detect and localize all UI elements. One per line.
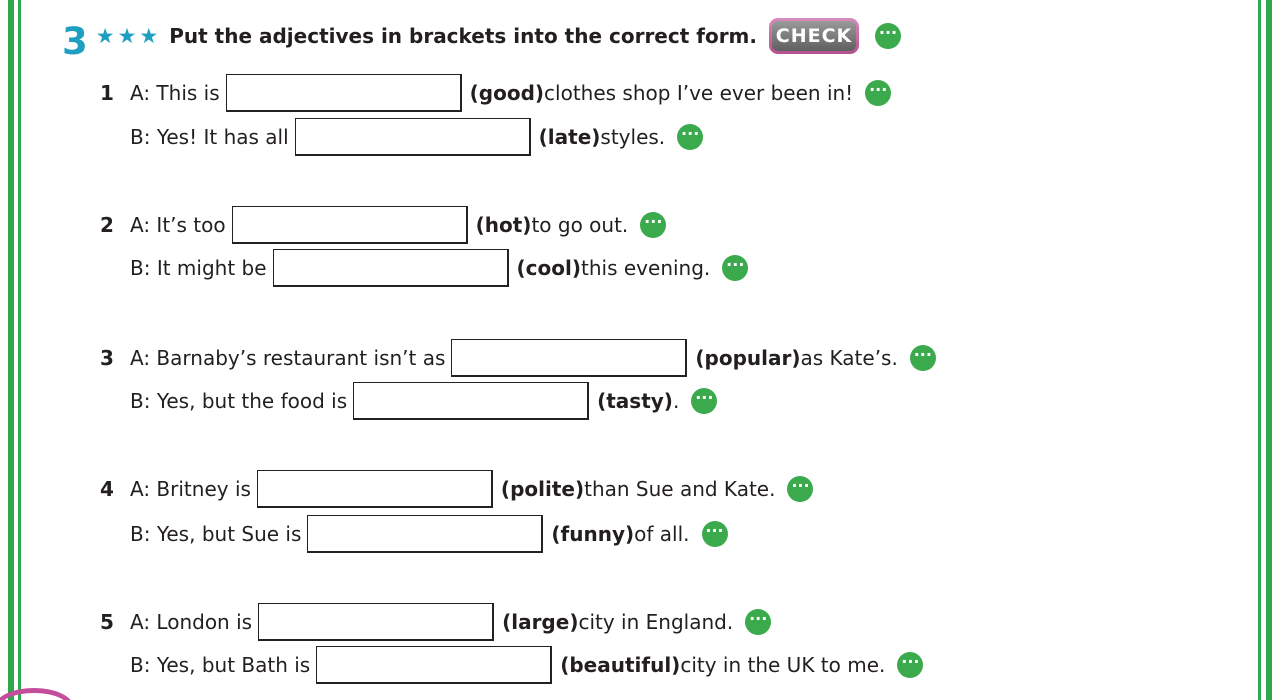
item-2-line-a: 2 A: It’s too (hot) to go out. ···	[100, 205, 667, 245]
line-suffix: to go out.	[531, 213, 629, 237]
line-suffix: than Sue and Kate.	[584, 477, 776, 501]
frame-border-right-inner	[1258, 0, 1261, 700]
answer-input-1a[interactable]	[225, 74, 462, 112]
exercise-page: 3 ★★★ Put the adjectives in brackets int…	[0, 0, 1280, 700]
answer-input-3b[interactable]	[353, 382, 590, 420]
adjective-hint: (large)	[502, 610, 579, 634]
item-5-line-a: 5 A: London is (large) city in England. …	[100, 602, 772, 642]
frame-border-right	[1266, 0, 1272, 700]
frame-border-left	[8, 0, 14, 700]
line-suffix: styles.	[600, 125, 666, 149]
adjective-hint: (good)	[469, 81, 545, 105]
item-number: 4	[100, 477, 114, 501]
item-number: 2	[100, 213, 114, 237]
line-prefix: A: Barnaby’s restaurant isn’t as	[130, 346, 446, 370]
adjective-hint: (hot)	[475, 213, 532, 237]
exercise-instruction: Put the adjectives in brackets into the …	[169, 24, 757, 48]
answer-input-5a[interactable]	[258, 603, 495, 641]
answer-input-4a[interactable]	[256, 470, 493, 508]
item-number: 5	[100, 610, 114, 634]
answer-input-4b[interactable]	[307, 515, 544, 553]
line-prefix: B: Yes, but the food is	[130, 389, 348, 413]
line-suffix: of all.	[634, 522, 690, 546]
adjective-hint: (tasty)	[597, 389, 673, 413]
item-number: 1	[100, 81, 114, 105]
exercise-number: 3	[62, 19, 88, 63]
more-options-icon[interactable]: ···	[640, 212, 667, 238]
line-prefix: B: Yes, but Sue is	[130, 522, 302, 546]
more-options-icon[interactable]: ···	[677, 124, 704, 150]
difficulty-stars-icon: ★★★	[95, 24, 162, 48]
answer-input-3a[interactable]	[451, 339, 688, 377]
more-options-icon[interactable]: ···	[897, 652, 924, 678]
line-prefix: A: Britney is	[130, 477, 251, 501]
line-prefix: A: This is	[130, 81, 220, 105]
adjective-hint: (funny)	[551, 522, 635, 546]
check-button-label: CHECK	[772, 21, 856, 51]
answer-input-2a[interactable]	[231, 206, 468, 244]
line-prefix: B: Yes! It has all	[130, 125, 289, 149]
adjective-hint: (beautiful)	[560, 653, 681, 677]
line-suffix: as Kate’s.	[800, 346, 898, 370]
more-options-icon[interactable]: ···	[722, 255, 749, 281]
more-options-icon[interactable]: ···	[865, 80, 892, 106]
more-options-icon[interactable]: ···	[909, 345, 936, 371]
more-options-icon[interactable]: ···	[745, 609, 772, 635]
check-button[interactable]: CHECK	[769, 18, 859, 54]
item-3-line-a: 3 A: Barnaby’s restaurant isn’t as (popu…	[100, 338, 936, 378]
line-prefix: A: London is	[130, 610, 253, 634]
more-options-icon[interactable]: ···	[787, 476, 814, 502]
adjective-hint: (popular)	[695, 346, 801, 370]
line-suffix: city in England.	[578, 610, 734, 634]
more-options-icon[interactable]: ···	[701, 521, 728, 547]
item-1-line-b: B: Yes! It has all (late) styles. ···	[100, 117, 704, 157]
item-2-line-b: B: It might be (cool) this evening. ···	[100, 248, 749, 288]
item-4-line-b: B: Yes, but Sue is (funny) of all. ···	[100, 514, 728, 554]
line-prefix: A: It’s too	[130, 213, 226, 237]
line-suffix: city in the UK to me.	[680, 653, 886, 677]
exercise-header: 3 ★★★ Put the adjectives in brackets int…	[62, 14, 901, 63]
item-1-line-a: 1 A: This is (good) clothes shop I’ve ev…	[100, 73, 892, 113]
item-number: 3	[100, 346, 114, 370]
more-options-icon[interactable]: ···	[875, 23, 901, 49]
adjective-hint: (late)	[538, 125, 601, 149]
answer-input-1b[interactable]	[294, 118, 531, 156]
adjective-hint: (cool)	[516, 256, 582, 280]
line-suffix: this evening.	[581, 256, 711, 280]
answer-input-5b[interactable]	[316, 646, 553, 684]
item-4-line-a: 4 A: Britney is (polite) than Sue and Ka…	[100, 469, 814, 509]
line-prefix: B: It might be	[130, 256, 267, 280]
answer-input-2b[interactable]	[272, 249, 509, 287]
adjective-hint: (polite)	[500, 477, 585, 501]
frame-border-left-inner	[18, 0, 21, 700]
more-options-icon[interactable]: ···	[691, 388, 718, 414]
line-prefix: B: Yes, but Bath is	[130, 653, 311, 677]
item-3-line-b: B: Yes, but the food is (tasty) . ···	[100, 381, 718, 421]
line-suffix: clothes shop I’ve ever been in!	[544, 81, 854, 105]
item-5-line-b: B: Yes, but Bath is (beautiful) city in …	[100, 645, 924, 685]
line-suffix: .	[672, 389, 680, 413]
